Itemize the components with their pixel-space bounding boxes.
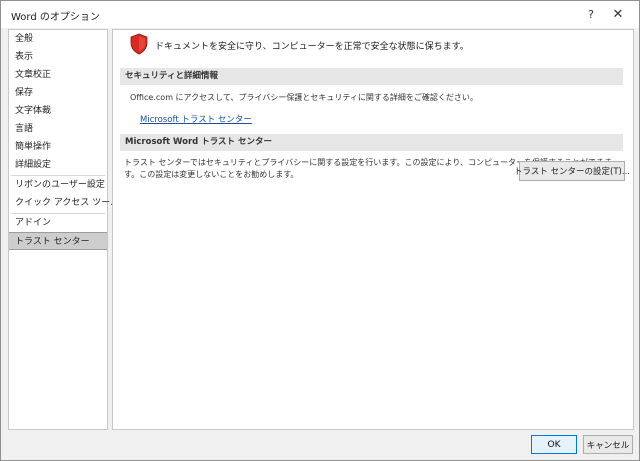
trust-center-description-line2: す。この設定は変更しないことをお勧めします。 (124, 170, 299, 179)
sidebar-item-save[interactable]: 保存 (9, 84, 107, 102)
trust-center-settings-button[interactable]: トラスト センターの設定(T)... (514, 161, 630, 181)
sidebar-item-customize-ribbon[interactable]: リボンのユーザー設定 (9, 176, 107, 194)
microsoft-trust-center-link[interactable]: Microsoft トラスト センター (140, 113, 252, 125)
cancel-button[interactable]: キャンセル (583, 435, 633, 454)
sidebar-item-advanced[interactable]: 詳細設定 (9, 156, 107, 174)
sidebar-item-trust-center[interactable]: トラスト センター (9, 232, 107, 250)
title-bar: Word のオプション ? ✕ (1, 1, 639, 28)
security-description: Office.com にアクセスして、プライバシー保護とセキュリティに関する詳細… (130, 93, 478, 102)
shield-icon (130, 33, 148, 55)
close-button[interactable]: ✕ (606, 4, 630, 24)
options-sidebar: 全般 表示 文章校正 保存 文字体裁 言語 簡単操作 詳細設定 リボンのユーザー… (8, 29, 140, 430)
security-section-header: セキュリティと詳細情報 (120, 68, 623, 85)
sidebar-item-display[interactable]: 表示 (9, 48, 107, 66)
sidebar-item-language[interactable]: 言語 (9, 120, 107, 138)
sidebar-item-proofing[interactable]: 文章校正 (9, 66, 107, 84)
trust-center-panel: ドキュメントを安全に守り、コンピューターを正常で安全な状態に保ちます。 セキュリ… (112, 29, 634, 430)
window-title: Word のオプション (11, 12, 100, 23)
help-button[interactable]: ? (579, 4, 603, 24)
sidebar-item-general[interactable]: 全般 (9, 30, 107, 48)
sidebar-item-quick-access-toolbar[interactable]: クイック アクセス ツール バー (9, 194, 140, 212)
sidebar-item-accessibility[interactable]: 簡単操作 (9, 138, 107, 156)
word-options-dialog: Word のオプション ? ✕ 全般 表示 文章校正 保存 文字体裁 言語 簡単… (0, 0, 640, 461)
page-headline: ドキュメントを安全に守り、コンピューターを正常で安全な状態に保ちます。 (155, 42, 469, 52)
trust-center-section-header: Microsoft Word トラスト センター (120, 134, 623, 151)
ok-button[interactable]: OK (531, 435, 577, 454)
sidebar-item-typography[interactable]: 文字体裁 (9, 102, 107, 120)
sidebar-item-add-ins[interactable]: アドイン (9, 214, 107, 232)
